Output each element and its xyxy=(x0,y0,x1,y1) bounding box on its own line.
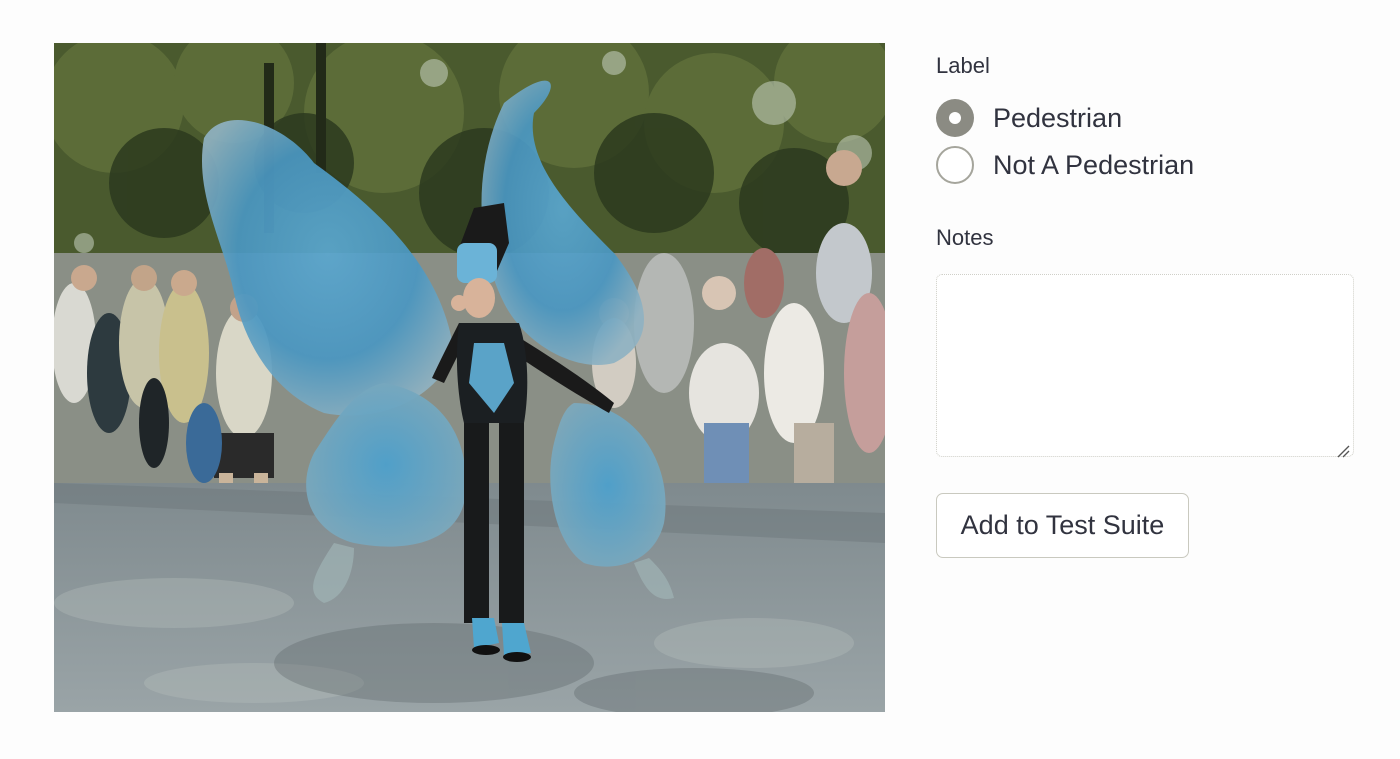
page: Label Pedestrian Not A Pedestrian Notes … xyxy=(0,0,1400,759)
radio-option-label: Pedestrian xyxy=(993,102,1123,133)
radio-option-not-a-pedestrian[interactable]: Not A Pedestrian xyxy=(936,141,1356,188)
parade-photo xyxy=(54,43,885,712)
notes-textarea[interactable] xyxy=(936,274,1354,457)
radio-button-unselected[interactable] xyxy=(936,145,974,184)
radio-button-selected[interactable] xyxy=(936,98,974,137)
label-form: Label Pedestrian Not A Pedestrian Notes … xyxy=(936,52,1356,558)
radio-dot-icon xyxy=(949,111,961,124)
add-to-test-suite-button[interactable]: Add to Test Suite xyxy=(936,493,1189,558)
radio-option-label: Not A Pedestrian xyxy=(993,149,1195,180)
label-radio-group: Pedestrian Not A Pedestrian xyxy=(936,94,1356,188)
radio-option-pedestrian[interactable]: Pedestrian xyxy=(936,94,1356,141)
notes-field-title: Notes xyxy=(936,225,994,250)
resize-handle-icon[interactable] xyxy=(1336,444,1350,458)
label-field-title: Label xyxy=(936,53,990,78)
notes-wrapper xyxy=(936,252,1354,462)
